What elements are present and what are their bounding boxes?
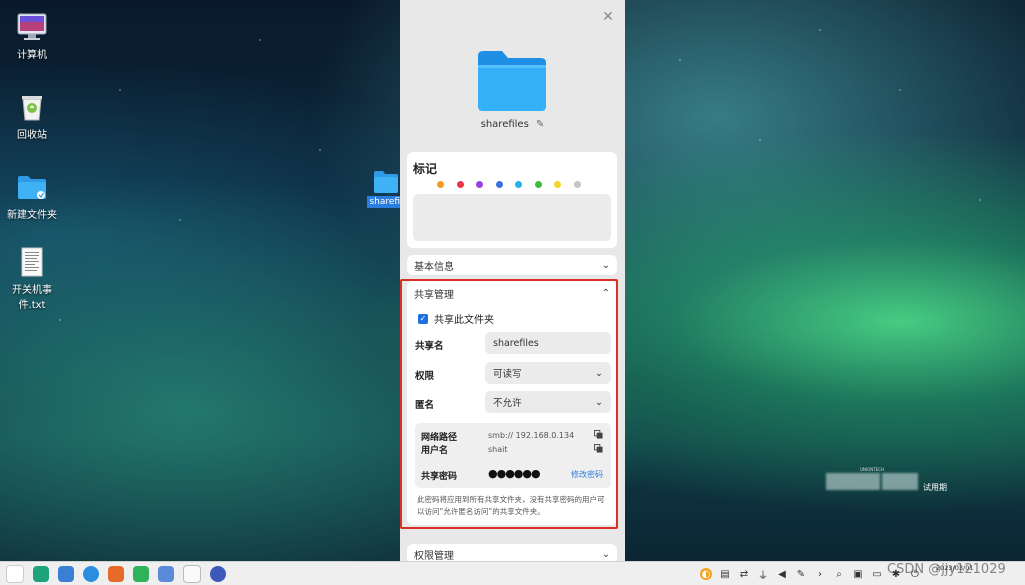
desktop-icon-label: sharefil [367, 196, 405, 208]
permission-management-section[interactable]: 权限管理 ⌄ [407, 544, 617, 561]
tag-color-dot[interactable] [476, 181, 483, 188]
anonymous-value: 不允许 [493, 398, 522, 409]
desktop-icon-label: 开关机事件.txt [12, 285, 52, 311]
usb-icon[interactable]: ⏚ [757, 568, 769, 582]
network-icon[interactable]: ⇄ [738, 568, 750, 580]
network-path-label: 网络路径 [421, 433, 458, 443]
desktop-icon-text-file[interactable]: 开关机事件.txt [0, 247, 64, 311]
share-management-title: 共享管理 [414, 289, 454, 301]
tag-color-dot[interactable] [515, 181, 522, 188]
desktop-icon-computer[interactable]: 计算机 [0, 12, 64, 61]
chevron-down-icon: ⌄ [601, 548, 611, 560]
username-label: 用户名 [421, 446, 449, 456]
desktop-icon-label: 新建文件夹 [7, 210, 57, 221]
trial-label: 试用期 [923, 483, 947, 492]
share-management-section: 共享管理 ⌃ ✓ 共享此文件夹 共享名 sharefiles 权限 可读写 ⌄ … [407, 281, 617, 525]
desktop: 计算机 回收站 新建文件夹 开关机事件.txt sharefil UNIONTE… [0, 0, 1025, 585]
desktop-icon-trash[interactable]: 回收站 [0, 92, 64, 141]
permission-label: 权限 [415, 371, 435, 382]
password-label: 共享密码 [421, 472, 458, 482]
share-name-label: 共享名 [415, 341, 444, 352]
tag-section: 标记 [407, 152, 617, 248]
share-name-value: sharefiles [493, 337, 539, 349]
display-icon[interactable]: ▭ [871, 568, 883, 580]
password-value: ●●●●●● [488, 467, 541, 480]
music-icon[interactable] [133, 566, 149, 582]
blurred-region [882, 473, 918, 490]
anonymous-select[interactable]: 不允许 ⌄ [485, 391, 611, 413]
tag-input[interactable] [413, 194, 611, 241]
watermark: CSDN @jjy121029 [887, 562, 1006, 577]
anonymous-label: 匿名 [415, 400, 435, 411]
tag-color-dot[interactable] [456, 181, 464, 188]
close-button[interactable]: ✕ [601, 10, 615, 24]
folder-icon [374, 171, 398, 193]
share-management-header[interactable]: 共享管理 ⌃ [414, 285, 617, 301]
folder-name-text: sharefiles [480, 119, 529, 130]
change-password-link[interactable]: 修改密码 [571, 469, 603, 480]
tag-color-dot[interactable] [437, 181, 444, 188]
pencil-icon[interactable]: ✎ [536, 119, 544, 130]
folder-icon [476, 48, 548, 112]
tag-color-dot[interactable] [573, 181, 581, 188]
chevron-down-icon: ⌄ [595, 396, 603, 408]
text-file-icon [17, 247, 47, 277]
file-manager-icon[interactable] [58, 566, 74, 582]
share-info-box: 网络路径 smb:// 192.168.0.134 用户名 shait 共享密码… [415, 423, 611, 488]
chevron-up-icon: ⌃ [601, 287, 611, 299]
tag-color-dot[interactable] [534, 181, 542, 188]
close-icon: ✕ [602, 9, 614, 25]
keyboard-icon[interactable]: ▤ [719, 568, 731, 580]
taskbar: ◐ ▤ ⇄ ⏚ ◀ ✎ › ⌕ ▣ ▭ ✱ ⏻ 2023/03/01 CSDN … [0, 561, 1025, 585]
desktop-icon-label: 计算机 [17, 50, 47, 61]
desktop-icon-new-folder[interactable]: 新建文件夹 [0, 172, 64, 221]
password-note: 此密码将应用到所有共享文件夹，没有共享密码的用户可以访问“允许匿名访问”的共享文… [417, 495, 605, 516]
folder-name: sharefiles ✎ [400, 119, 625, 130]
search-icon[interactable]: ⌕ [833, 568, 845, 580]
checkbox-checked-icon: ✓ [418, 313, 428, 324]
browser-icon[interactable] [83, 566, 99, 582]
taskbar-apps [6, 565, 226, 583]
chevron-right-icon[interactable]: › [814, 568, 826, 580]
blurred-caption: UNIONTECH [860, 467, 885, 472]
copy-icon[interactable] [594, 430, 603, 439]
launcher-icon[interactable] [6, 565, 24, 583]
desktop-icon-label: 回收站 [17, 130, 47, 141]
tag-color-list [437, 181, 581, 188]
properties-panel: ✕ sharefiles ✎ 标记 基本信息 ⌄ 共享管理 ⌃ ✓ 共享此文件夹… [400, 0, 625, 561]
document-icon[interactable] [158, 566, 174, 582]
pen-icon[interactable]: ✎ [795, 568, 807, 580]
permission-select[interactable]: 可读写 ⌄ [485, 362, 611, 384]
tag-section-title: 标记 [413, 162, 438, 176]
desktop-icon-sharefiles[interactable]: sharefil [367, 170, 405, 218]
chevron-down-icon: ⌄ [601, 259, 611, 271]
share-folder-checkbox[interactable]: ✓ 共享此文件夹 [418, 311, 494, 326]
volume-icon[interactable]: ◀ [776, 568, 788, 580]
input-method-icon[interactable]: ◐ [700, 568, 712, 580]
settings-icon[interactable] [210, 566, 226, 582]
share-name-input[interactable]: sharefiles [485, 332, 611, 354]
share-folder-checkbox-label: 共享此文件夹 [434, 315, 494, 326]
computer-icon [17, 12, 47, 42]
tag-color-dot[interactable] [495, 181, 503, 188]
chevron-down-icon: ⌄ [595, 367, 603, 379]
network-path-value: smb:// 192.168.0.134 [488, 431, 575, 440]
folder-icon [17, 172, 47, 202]
username-value: shait [488, 445, 508, 454]
basic-info-section[interactable]: 基本信息 ⌄ [407, 255, 617, 275]
blurred-region [826, 473, 880, 490]
permission-management-title: 权限管理 [414, 550, 454, 562]
permission-value: 可读写 [493, 369, 522, 380]
basic-info-title: 基本信息 [414, 261, 454, 273]
copy-icon[interactable] [594, 444, 603, 453]
text-editor-icon[interactable] [183, 565, 201, 583]
tag-color-dot[interactable] [554, 181, 561, 188]
multitask-view-icon[interactable] [33, 566, 49, 582]
trash-icon [17, 92, 47, 122]
screenshot-icon[interactable]: ▣ [852, 568, 864, 580]
image-viewer-icon[interactable] [108, 566, 124, 582]
